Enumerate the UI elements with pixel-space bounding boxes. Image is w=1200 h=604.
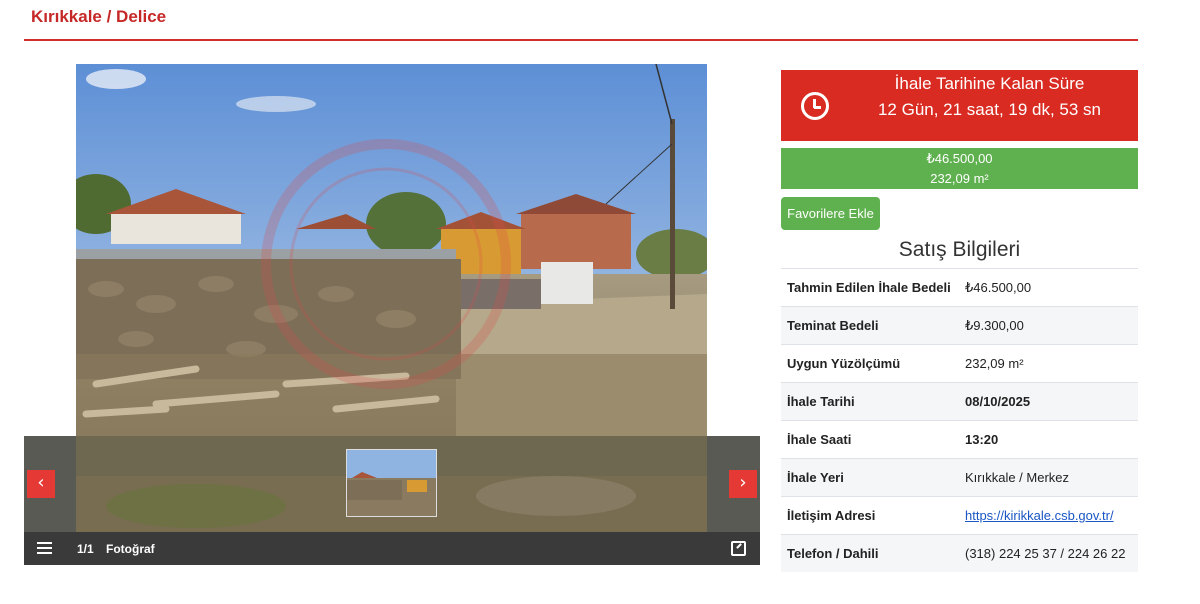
- price-summary: ₺46.500,00 232,09 m²: [781, 148, 1138, 189]
- row-value: Kırıkkale / Merkez: [959, 458, 1138, 497]
- row-label: İhale Tarihi: [781, 382, 959, 421]
- previous-photo-button[interactable]: ‹: [27, 470, 55, 498]
- thumbnail-strip: ‹ ›: [24, 436, 760, 532]
- countdown-value: 12 Gün, 21 saat, 19 dk, 53 sn: [877, 100, 1102, 119]
- title-divider: [24, 39, 1138, 41]
- next-photo-button[interactable]: ›: [729, 470, 757, 498]
- row-value: 13:20: [959, 420, 1138, 459]
- photo-label: Fotoğraf: [106, 542, 155, 556]
- table-row: Telefon / Dahili (318) 224 25 37 / 224 2…: [781, 534, 1138, 572]
- row-label: İhale Saati: [781, 420, 959, 459]
- auction-countdown: İhale Tarihine Kalan Süre 12 Gün, 21 saa…: [781, 70, 1138, 141]
- main-photo[interactable]: [76, 64, 707, 436]
- countdown-title: İhale Tarihine Kalan Süre: [894, 74, 1085, 93]
- row-value: (318) 224 25 37 / 224 26 22: [959, 534, 1138, 572]
- row-label: Teminat Bedeli: [781, 306, 959, 345]
- row-value: 232,09 m²: [959, 344, 1138, 383]
- table-row: Uygun Yüzölçümü 232,09 m²: [781, 344, 1138, 383]
- photo-thumbnail[interactable]: [346, 449, 437, 517]
- table-row: İhale Tarihi 08/10/2025: [781, 382, 1138, 421]
- table-row: Teminat Bedeli ₺9.300,00: [781, 306, 1138, 345]
- sales-info-table: Tahmin Edilen İhale Bedeli ₺46.500,00 Te…: [781, 268, 1138, 572]
- photo-gallery: ‹ › 1/1 Fotoğraf: [24, 64, 760, 565]
- page-location-title: Kırıkkale / Delice: [31, 7, 167, 26]
- sales-info-title: Satış Bilgileri: [898, 238, 1021, 261]
- table-row: İhale Saati 13:20: [781, 420, 1138, 459]
- gallery-toolbar: 1/1 Fotoğraf: [24, 532, 760, 565]
- price-amount: ₺46.500,00: [926, 151, 993, 166]
- row-label: İhale Yeri: [781, 458, 959, 497]
- row-label: Uygun Yüzölçümü: [781, 344, 959, 383]
- table-row: Tahmin Edilen İhale Bedeli ₺46.500,00: [781, 268, 1138, 307]
- row-value: ₺46.500,00: [959, 268, 1138, 307]
- table-row: İletişim Adresi https://kirikkale.csb.go…: [781, 496, 1138, 535]
- table-row: İhale Yeri Kırıkkale / Merkez: [781, 458, 1138, 497]
- row-label: Tahmin Edilen İhale Bedeli: [781, 268, 959, 307]
- row-value: https://kirikkale.csb.gov.tr/: [959, 496, 1138, 535]
- row-value: 08/10/2025: [959, 382, 1138, 421]
- row-label: İletişim Adresi: [781, 496, 959, 535]
- clock-icon: [801, 92, 829, 120]
- photo-counter: 1/1: [77, 542, 94, 556]
- list-icon[interactable]: [37, 542, 52, 555]
- price-area: 232,09 m²: [930, 171, 989, 186]
- expand-icon[interactable]: [731, 541, 746, 556]
- contact-address-link[interactable]: https://kirikkale.csb.gov.tr/: [965, 508, 1114, 523]
- row-value: ₺9.300,00: [959, 306, 1138, 345]
- add-to-favorites-button[interactable]: Favorilere Ekle: [781, 197, 880, 230]
- row-label: Telefon / Dahili: [781, 534, 959, 572]
